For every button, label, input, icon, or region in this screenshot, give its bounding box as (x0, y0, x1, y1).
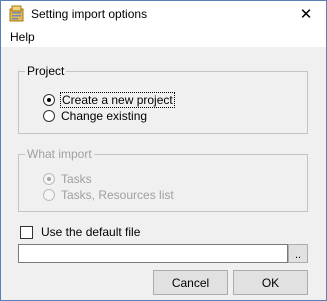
ok-button[interactable]: OK (233, 270, 308, 295)
file-path-input[interactable] (18, 244, 288, 263)
menu-item-help[interactable]: Help (10, 30, 35, 44)
radio-button (43, 189, 55, 201)
radio-label: Tasks, Resources list (61, 188, 174, 202)
radio-button (43, 173, 55, 185)
default-file-checkbox-row[interactable]: Use the default file (20, 225, 140, 239)
window-title: Setting import options (31, 7, 148, 21)
default-file-checkbox[interactable] (20, 225, 33, 239)
import-options-dialog: Setting import options ✕ Help Project Cr… (0, 0, 327, 301)
close-icon: ✕ (299, 6, 313, 23)
radio-label: Tasks (61, 172, 92, 186)
browse-button[interactable]: .. (288, 244, 308, 263)
app-icon (9, 5, 24, 22)
radio-label: Create a new project (60, 92, 175, 108)
cancel-button[interactable]: Cancel (153, 270, 228, 295)
what-import-group-legend: What import (27, 147, 92, 161)
radio-tasks-resources: Tasks, Resources list (43, 188, 174, 202)
default-file-label: Use the default file (41, 225, 141, 239)
radio-change-existing[interactable]: Change existing (43, 109, 147, 123)
menu-bar: Help (1, 27, 326, 47)
project-group-legend: Project (27, 64, 65, 78)
title-bar: Setting import options ✕ (1, 1, 326, 27)
radio-create-new-project[interactable]: Create a new project (43, 92, 175, 108)
radio-button[interactable] (43, 94, 55, 106)
radio-label: Change existing (61, 109, 148, 123)
close-button[interactable]: ✕ (286, 1, 326, 27)
radio-tasks: Tasks (43, 172, 92, 186)
radio-button[interactable] (43, 110, 55, 122)
